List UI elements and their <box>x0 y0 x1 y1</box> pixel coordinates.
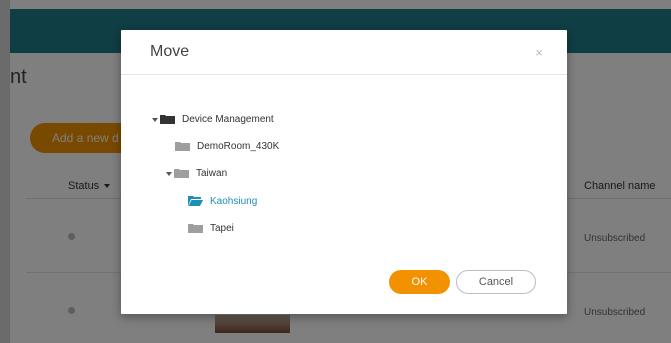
tree-node-label: Tapei <box>210 222 234 234</box>
tree-node-kaohsiung[interactable]: Kaohsiung <box>188 193 257 209</box>
cancel-button[interactable]: Cancel <box>456 270 536 294</box>
folder-icon <box>160 114 175 124</box>
tree-node-device-management[interactable]: Device Management <box>152 111 274 127</box>
ok-button[interactable]: OK <box>389 270 450 294</box>
dialog-title: Move <box>150 43 190 60</box>
tree-node-label: Taiwan <box>196 167 228 179</box>
tree-node-label: Kaohsiung <box>210 195 258 207</box>
folder-icon <box>174 168 189 178</box>
move-dialog: Move × Device Management DemoRoom_430K T… <box>121 30 567 314</box>
tree-node-taiwan[interactable]: Taiwan <box>166 165 227 181</box>
dialog-header: Move × <box>121 30 567 75</box>
tree-node-label: DemoRoom_430K <box>197 140 280 152</box>
tree-node-demoroom[interactable]: DemoRoom_430K <box>175 138 279 154</box>
tree-node-label: Device Management <box>182 113 274 125</box>
folder-icon <box>188 223 203 233</box>
tree-node-tapei[interactable]: Tapei <box>188 220 234 236</box>
expand-caret-icon[interactable] <box>166 168 174 179</box>
folder-icon <box>175 141 190 151</box>
folder-open-icon <box>188 196 203 206</box>
close-icon[interactable]: × <box>535 45 543 60</box>
expand-caret-icon[interactable] <box>152 114 160 125</box>
